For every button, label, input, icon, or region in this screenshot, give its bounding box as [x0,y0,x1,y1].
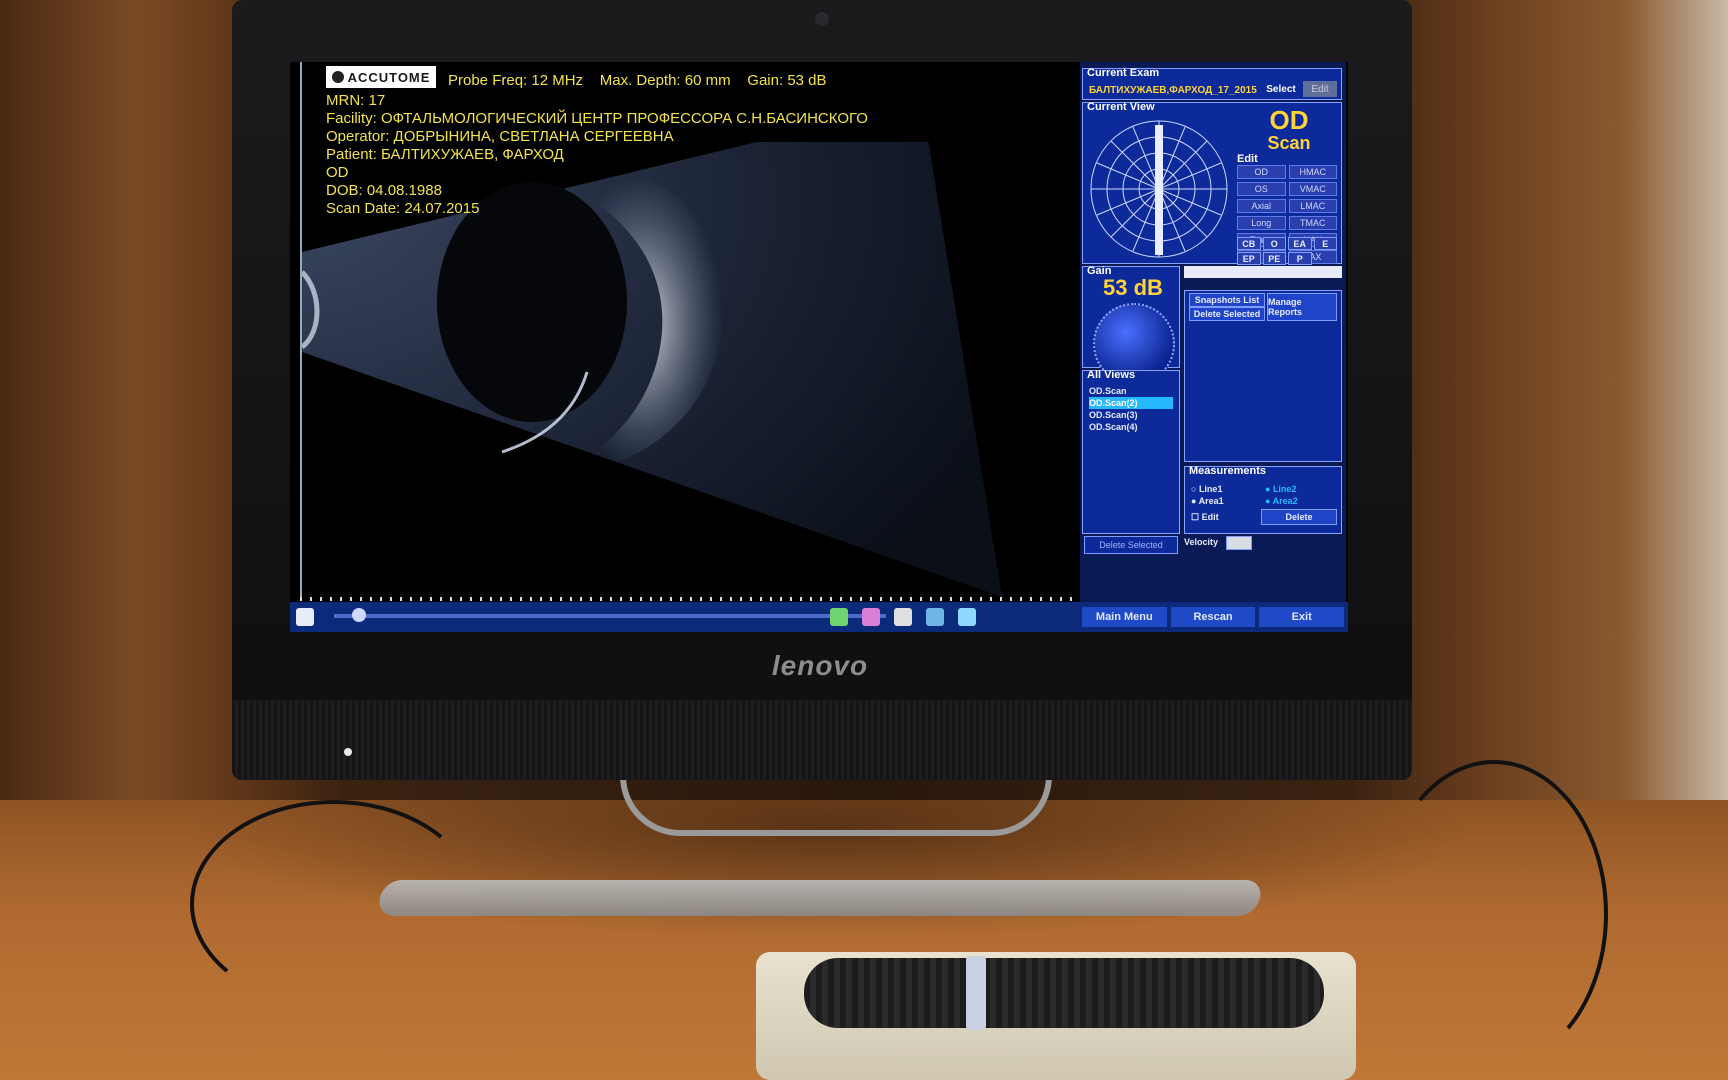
marker-pe-button[interactable]: PE [1262,252,1286,265]
probe-ring [966,956,986,1030]
edit-exam-button[interactable]: Edit [1303,81,1337,97]
delete-selected-snapshot-button[interactable]: Delete Selected [1189,307,1265,321]
view-list-item[interactable]: OD.Scan(3) [1089,409,1173,421]
bottom-toolbar: Main Menu Rescan Exit [290,602,1348,632]
view-axial-button[interactable]: Axial [1237,199,1286,213]
view-lmac-button[interactable]: LMAC [1288,199,1337,213]
eye-label: OD [326,164,349,181]
manage-reports-button[interactable]: Manage Reports [1267,293,1337,321]
rescan-button[interactable]: Rescan [1170,607,1256,627]
measurements-box: Measurements ○ Line1 ● Area1 ● Line2 ● A… [1184,465,1342,534]
webcam [815,12,829,26]
ultrasound-probe [804,958,1324,1028]
marker-ep-button[interactable]: EP [1237,252,1261,265]
monitor-brand-logo: lenovo [771,650,869,681]
info-strip [1184,266,1342,278]
probe-orientation-dial-icon[interactable] [1087,117,1231,261]
edit-checkbox-label: Edit [1201,512,1219,522]
measurements-title: Measurements [1189,465,1267,477]
area2-option[interactable]: ● Area2 [1265,495,1298,507]
dob: DOB: 04.08.1988 [326,182,442,199]
marker-cb-button[interactable]: CB [1237,237,1261,250]
main-buttons: Main Menu Rescan Exit [1082,607,1345,627]
monitor-stand-base [376,880,1264,916]
gain-value: 53 dB [1103,275,1163,300]
right-control-panel: Current Exam БАЛТИХУЖАЕВ,ФАРХОД_17_2015 … [1080,62,1346,602]
area1-option[interactable]: ● Area1 [1191,495,1224,507]
main-menu-button[interactable]: Main Menu [1082,607,1167,627]
gain-box: Gain 53 dB [1082,265,1180,385]
marker-o-button[interactable]: O [1262,237,1286,250]
view-tmac-button[interactable]: TMAC [1288,216,1337,230]
snapshots-list-button[interactable]: Snapshots List [1189,293,1265,307]
cable-right [1380,760,1608,1068]
power-led [344,748,352,756]
line1-option[interactable]: ○ Line1 [1191,483,1222,495]
delete-selected-view-button[interactable]: Delete Selected [1084,536,1178,554]
accutome-mark-icon [331,71,344,83]
palette-swatch-magenta-icon[interactable] [862,608,880,626]
area2-label: Area2 [1272,496,1298,506]
view-hmac-button[interactable]: HMAC [1288,165,1337,179]
velocity-label: Velocity [1184,537,1219,547]
mrn: MRN: 17 [326,92,386,109]
current-view-box: Current View OD Scan Edit OD HMAC OS VMA… [1082,101,1342,265]
cine-slider-knob[interactable] [352,608,366,622]
view-long-button[interactable]: Long [1237,216,1286,230]
edit-group-title: Edit [1237,153,1258,165]
header-readouts: Probe Freq: 12 MHz Max. Depth: 60 mm Gai… [448,72,827,89]
delete-measurement-button[interactable]: Delete [1261,509,1337,525]
all-views-box: All Views OD.Scan OD.Scan(2) OD.Scan(3) … [1082,369,1180,534]
current-exam-title: Current Exam [1087,67,1160,79]
lateral-ruler [300,597,1090,601]
views-list: OD.Scan OD.Scan(2) OD.Scan(3) OD.Scan(4) [1089,385,1173,433]
view-os-button[interactable]: OS [1237,182,1286,196]
operator: Operator: ДОБРЫНИНА, СВЕТЛАНА СЕРГЕЕВНА [326,128,674,145]
velocity-field[interactable] [1226,536,1252,550]
probe-frequency: Probe Freq: 12 MHz [448,72,584,89]
marker-ea-button[interactable]: EA [1288,237,1312,250]
current-view-title: Current View [1087,101,1155,113]
probe-icon[interactable] [296,608,314,626]
all-views-title: All Views [1087,369,1136,381]
exit-button[interactable]: Exit [1259,607,1345,627]
view-list-item-selected[interactable]: OD.Scan(2) [1089,397,1173,409]
patient-info: MRN: 17 Facility: ОФТАЛЬМОЛОГИЧЕСКИЙ ЦЕН… [326,92,868,218]
view-list-item[interactable]: OD.Scan(4) [1089,421,1173,433]
logo-text: ACCUTOME [347,69,431,85]
area1-label: Area1 [1198,496,1224,506]
header-gain: Gain: 53 dB [747,72,827,89]
current-exam-value: БАЛТИХУЖАЕВ,ФАРХОД_17_2015 [1089,85,1257,96]
snapshots-box: Snapshots List Delete Selected Manage Re… [1184,290,1342,462]
edit-checkbox[interactable]: ☐ Edit [1191,511,1219,523]
line2-option[interactable]: ● Line2 [1265,483,1296,495]
accutome-logo: ACCUTOME [326,66,436,88]
palette-swatch-green-icon[interactable] [830,608,848,626]
max-depth: Max. Depth: 60 mm [599,72,731,89]
current-mode-label: Scan [1267,133,1311,153]
patient-name: Patient: БАЛТИХУЖАЕВ, ФАРХОД [326,146,564,163]
scan-date: Scan Date: 24.07.2015 [326,200,480,217]
view-vmac-button[interactable]: VMAC [1288,182,1337,196]
marker-e-button[interactable]: E [1313,237,1337,250]
ultrasound-screen: ACCUTOME Probe Freq: 12 MHz Max. Depth: … [290,62,1348,632]
line2-label: Line2 [1272,484,1297,494]
line1-label: Line1 [1198,484,1223,494]
marker-button-grid: CB O EA E EP PE P [1237,237,1337,265]
palette-swatch-gray-icon[interactable] [894,608,912,626]
cable-left [190,800,478,1008]
view-list-item[interactable]: OD.Scan [1089,385,1173,397]
marker-p-button[interactable]: P [1288,252,1312,265]
palette-swatch-blue-icon[interactable] [926,608,944,626]
palette-swatch-cyan-icon[interactable] [958,608,976,626]
view-od-button[interactable]: OD [1237,165,1286,179]
current-exam-box: Current Exam БАЛТИХУЖАЕВ,ФАРХОД_17_2015 … [1082,67,1342,100]
facility: Facility: ОФТАЛЬМОЛОГИЧЕСКИЙ ЦЕНТР ПРОФЕ… [326,110,868,127]
cine-slider-track[interactable] [334,614,886,618]
current-eye-label: OD [1269,105,1309,135]
monitor-speaker-grille [232,700,1412,780]
select-exam-button[interactable]: Select [1263,81,1299,97]
